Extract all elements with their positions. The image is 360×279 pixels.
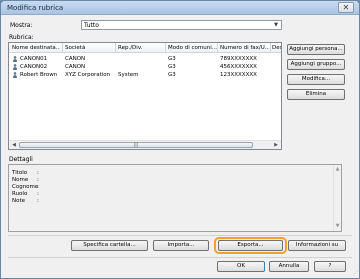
table-row[interactable]: CANON02 CANON G3 456XXXXXXX bbox=[9, 63, 281, 71]
divider bbox=[8, 257, 352, 258]
detail-surname-label: Cognome bbox=[12, 184, 39, 190]
row-company: CANON bbox=[65, 56, 86, 62]
window-title: Modifica rubrica bbox=[7, 4, 64, 12]
chevron-down-icon[interactable]: ▼ bbox=[272, 22, 280, 28]
column-divider[interactable] bbox=[115, 43, 116, 53]
details-label: Dettagli bbox=[9, 156, 33, 163]
details-panel: Titolo : Nome : Cognome : Ruolo : Note :… bbox=[8, 164, 342, 232]
row-number: 456XXXXXXX bbox=[220, 64, 257, 70]
grip-icon: ||| bbox=[133, 142, 139, 148]
detail-role-label: Ruolo bbox=[12, 191, 28, 197]
row-name: CANON01 bbox=[20, 56, 48, 62]
row-number: 123XXXXXXX bbox=[220, 72, 257, 78]
row-division: System bbox=[118, 72, 139, 78]
row-mode: G3 bbox=[168, 56, 176, 62]
column-header-mode[interactable]: Modo di comuni... bbox=[168, 45, 218, 51]
row-mode: G3 bbox=[168, 64, 176, 70]
detail-colon: : bbox=[37, 184, 39, 190]
list-header: Nome destinata... Società Rep./Div. Modo… bbox=[9, 43, 281, 53]
edit-button[interactable]: Modifica... bbox=[287, 74, 345, 85]
add-person-button[interactable]: Aggiungi persona... bbox=[287, 44, 345, 55]
filter-dropdown[interactable]: Tutto ▼ bbox=[81, 20, 282, 30]
address-book-list[interactable]: Nome destinata... Società Rep./Div. Modo… bbox=[8, 42, 282, 150]
row-company: CANON bbox=[65, 64, 86, 70]
row-name: Robert Brown bbox=[20, 72, 58, 78]
filter-selected-value: Tutto bbox=[84, 22, 99, 29]
filter-label: Mostra: bbox=[10, 22, 33, 29]
close-icon: ✕ bbox=[342, 3, 350, 12]
column-header-number[interactable]: Numero di fax/U... bbox=[220, 45, 269, 51]
close-button[interactable]: ✕ bbox=[338, 2, 354, 13]
scroll-up-icon[interactable]: ▲ bbox=[334, 166, 341, 173]
row-mode: G3 bbox=[168, 72, 176, 78]
column-divider[interactable] bbox=[270, 43, 271, 53]
person-icon bbox=[13, 72, 17, 78]
resize-grip-icon[interactable]: ⋰ bbox=[352, 270, 358, 277]
address-book-label: Rubrica: bbox=[9, 34, 34, 41]
column-header-division[interactable]: Rep./Div. bbox=[118, 45, 142, 51]
column-divider[interactable] bbox=[217, 43, 218, 53]
export-button[interactable]: Esporta... bbox=[218, 240, 283, 251]
scroll-down-icon[interactable]: ▼ bbox=[334, 223, 341, 230]
add-group-button[interactable]: Aggiungi gruppo... bbox=[287, 59, 345, 70]
scroll-left-icon[interactable]: ◀ bbox=[10, 142, 18, 149]
table-row[interactable]: CANON01 CANON G3 789XXXXXXX bbox=[9, 55, 281, 63]
column-header-name[interactable]: Nome destinata... bbox=[12, 45, 60, 51]
column-header-destination[interactable]: Des bbox=[272, 45, 281, 51]
table-row[interactable]: Robert Brown XYZ Corporation System G3 1… bbox=[9, 71, 281, 79]
detail-colon: : bbox=[37, 191, 39, 197]
horizontal-scrollbar[interactable]: ◀ ||| ▶ bbox=[9, 140, 281, 149]
column-divider[interactable] bbox=[62, 43, 63, 53]
row-number: 789XXXXXXX bbox=[220, 56, 257, 62]
delete-button[interactable]: Elimina bbox=[287, 89, 345, 100]
person-icon bbox=[13, 56, 17, 62]
ok-button[interactable]: OK bbox=[217, 261, 265, 272]
vertical-scrollbar[interactable]: ▲ ▼ bbox=[333, 165, 341, 231]
info-button[interactable]: Informazioni su bbox=[288, 240, 346, 251]
detail-title-label: Titolo bbox=[12, 170, 28, 176]
row-company: XYZ Corporation bbox=[65, 72, 111, 78]
scroll-right-icon[interactable]: ▶ bbox=[272, 142, 280, 149]
modifica-rubrica-dialog: Modifica rubrica ✕ Mostra: Tutto ▼ Rubri… bbox=[0, 0, 360, 279]
help-button[interactable]: ? bbox=[314, 261, 346, 272]
column-header-company[interactable]: Società bbox=[65, 45, 85, 51]
column-divider[interactable] bbox=[165, 43, 166, 53]
row-name: CANON02 bbox=[20, 64, 48, 70]
detail-colon: : bbox=[37, 198, 39, 204]
detail-colon: : bbox=[37, 170, 39, 176]
specify-folder-button[interactable]: Specifica cartella... bbox=[71, 240, 148, 251]
divider bbox=[8, 235, 352, 236]
import-button[interactable]: Importa... bbox=[153, 240, 209, 251]
cancel-button[interactable]: Annulla bbox=[269, 261, 309, 272]
scrollbar-thumb[interactable]: ||| bbox=[19, 142, 253, 148]
detail-name-label: Nome bbox=[12, 177, 29, 183]
detail-colon: : bbox=[37, 177, 39, 183]
title-bar[interactable]: Modifica rubrica ✕ bbox=[1, 1, 359, 15]
person-icon bbox=[13, 64, 17, 70]
detail-notes-label: Note bbox=[12, 198, 26, 204]
